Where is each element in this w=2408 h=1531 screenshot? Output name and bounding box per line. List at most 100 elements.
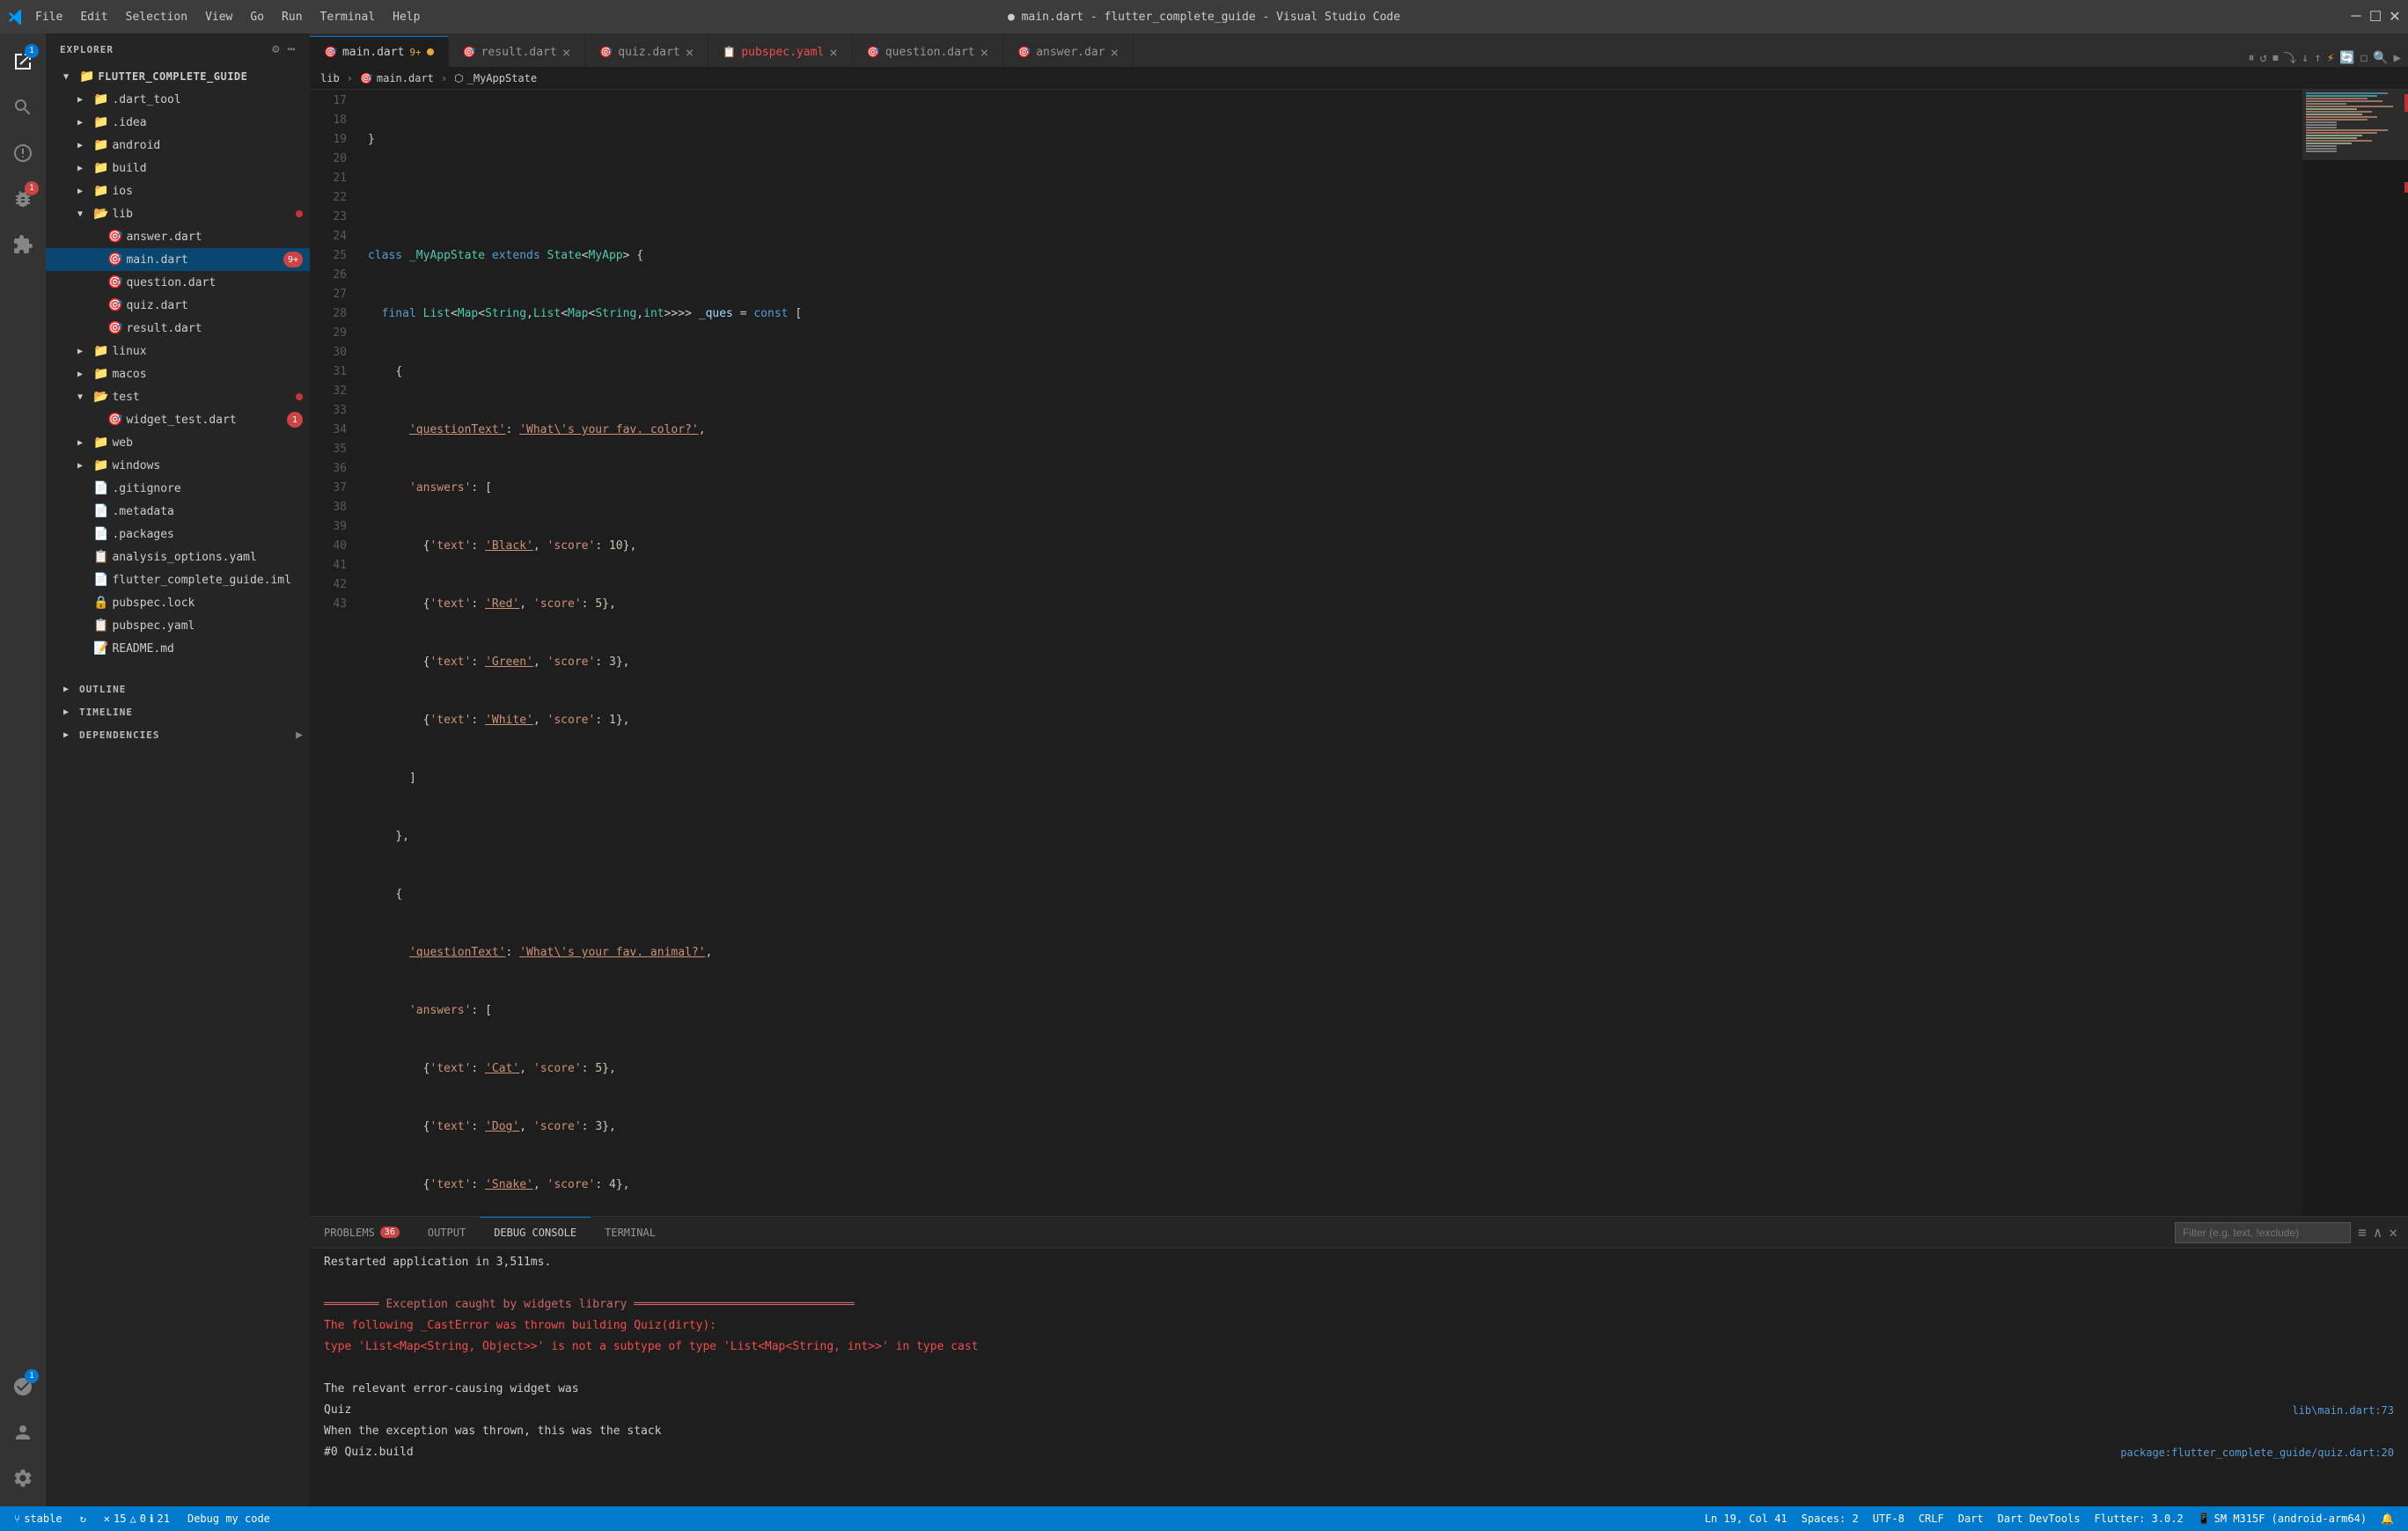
tree-linux[interactable]: ▶ 📁 linux (46, 340, 310, 363)
tab-close[interactable]: × (686, 44, 694, 61)
tree-main-dart[interactable]: ▶ 🎯 main.dart 9+ (46, 248, 310, 271)
status-notifications[interactable]: 🔔 (2374, 1513, 2401, 1525)
menu-edit[interactable]: Edit (80, 11, 107, 24)
menu-bar[interactable]: File Edit Selection View Go Run Terminal… (35, 11, 420, 24)
tree-quiz-dart[interactable]: ▶ 🎯 quiz.dart (46, 294, 310, 317)
tree-test[interactable]: ▼ 📂 test (46, 385, 310, 408)
stop-icon[interactable]: ⏹ (2272, 51, 2279, 65)
file-ref-quiz-build[interactable]: package:flutter_complete_guide/quiz.dart… (2120, 1444, 2394, 1461)
status-dart-devtools[interactable]: Dart DevTools (1991, 1513, 2088, 1525)
close-button[interactable]: ✕ (2389, 11, 2401, 23)
status-spaces[interactable]: Spaces: 2 (1795, 1513, 1866, 1525)
activity-debug[interactable]: 1 (2, 178, 44, 220)
panel-tab-terminal[interactable]: TERMINAL (591, 1217, 670, 1249)
menu-selection[interactable]: Selection (126, 11, 187, 24)
tree-lib[interactable]: ▼ 📂 lib (46, 202, 310, 225)
activity-search[interactable] (2, 86, 44, 128)
tab-close[interactable]: × (562, 44, 571, 61)
activity-explorer[interactable]: 1 (2, 40, 44, 83)
menu-file[interactable]: File (35, 11, 62, 24)
activity-source-control[interactable] (2, 132, 44, 174)
activity-settings[interactable] (2, 1457, 44, 1499)
step-out-icon[interactable]: ↑ (2314, 51, 2321, 65)
more-icon[interactable]: ⋯ (288, 42, 296, 56)
tab-question-dart[interactable]: 🎯 question.dart × (853, 36, 1003, 67)
menu-view[interactable]: View (205, 11, 232, 24)
tree-macos[interactable]: ▶ 📁 macos (46, 363, 310, 385)
tree-root-flutter[interactable]: ▼ 📁 FLUTTER_COMPLETE_GUIDE (46, 65, 310, 88)
status-errors[interactable]: ✕ 15 △ 0 ℹ 21 (97, 1506, 177, 1531)
tab-result-dart[interactable]: 🎯 result.dart × (449, 36, 586, 67)
tree-windows[interactable]: ▶ 📁 windows (46, 454, 310, 477)
activity-extensions[interactable] (2, 223, 44, 266)
tree-dart-tool[interactable]: ▶ 📁 .dart_tool (46, 88, 310, 111)
breadcrumb-lib[interactable]: lib (320, 72, 340, 84)
tree-packages[interactable]: ▶ 📄 .packages (46, 523, 310, 546)
tab-pubspec-yaml[interactable]: 📋 pubspec.yaml × (708, 36, 853, 67)
tab-close[interactable]: × (1110, 44, 1119, 61)
step-over-icon[interactable]: ⤵ (2284, 49, 2296, 67)
tree-timeline[interactable]: ▶ TIMELINE (46, 700, 310, 723)
tree-question-dart[interactable]: ▶ 🎯 question.dart (46, 271, 310, 294)
tree-pubspec-lock[interactable]: ▶ 🔒 pubspec.lock (46, 591, 310, 614)
status-branch[interactable]: ⑂ stable (7, 1506, 70, 1531)
tree-web[interactable]: ▶ 📁 web (46, 431, 310, 454)
tree-android[interactable]: ▶ 📁 android (46, 134, 310, 157)
code-content[interactable]: } class _MyAppState extends State<MyApp>… (361, 90, 2302, 1216)
tree-readme[interactable]: ▶ 📝 README.md (46, 637, 310, 660)
panel-tab-debug[interactable]: DEBUG CONSOLE (480, 1217, 591, 1249)
tree-ios[interactable]: ▶ 📁 ios (46, 179, 310, 202)
restart-icon[interactable]: ↺ (2260, 51, 2267, 65)
status-debug-mode[interactable]: Debug my code (180, 1506, 277, 1531)
layout-icon[interactable]: ◻ (2360, 51, 2368, 65)
tree-idea[interactable]: ▶ 📁 .idea (46, 111, 310, 134)
menu-terminal[interactable]: Terminal (320, 11, 376, 24)
tree-result-dart[interactable]: ▶ 🎯 result.dart (46, 317, 310, 340)
status-position[interactable]: Ln 19, Col 41 (1698, 1513, 1795, 1525)
tree-iml[interactable]: ▶ 📄 flutter_complete_guide.iml (46, 568, 310, 591)
hot-restart-icon[interactable]: 🔄 (2339, 51, 2354, 65)
filter-input[interactable] (2175, 1222, 2351, 1243)
more-icon[interactable]: ▶ (2394, 51, 2401, 65)
activity-remote[interactable]: 1 (2, 1366, 44, 1408)
tab-close[interactable]: × (829, 44, 838, 61)
menu-help[interactable]: Help (393, 11, 420, 24)
panel-chevron-up[interactable]: ∧ (2374, 1224, 2382, 1241)
status-flutter-version[interactable]: Flutter: 3.0.2 (2088, 1513, 2191, 1525)
pause-icon[interactable]: ⏸ (2249, 51, 2255, 65)
file-ref-quiz[interactable]: lib\main.dart:73 (2292, 1402, 2394, 1419)
maximize-button[interactable]: ☐ (2369, 11, 2382, 23)
tab-quiz-dart[interactable]: 🎯 quiz.dart × (585, 36, 708, 67)
hot-reload-icon[interactable]: ⚡ (2327, 51, 2334, 65)
tree-dependencies[interactable]: ▶ DEPENDENCIES ▶ (46, 723, 310, 746)
step-into-icon[interactable]: ↓ (2302, 51, 2309, 65)
tab-close[interactable]: × (980, 44, 989, 61)
tree-outline[interactable]: ▶ OUTLINE (46, 678, 310, 700)
tab-answer-dart[interactable]: 🎯 answer.dar × (1003, 36, 1134, 67)
menu-go[interactable]: Go (250, 11, 264, 24)
panel-list-icon[interactable]: ≡ (2358, 1224, 2367, 1241)
inspect-icon[interactable]: 🔍 (2373, 51, 2388, 65)
panel-tab-output[interactable]: OUTPUT (414, 1217, 480, 1249)
status-sync[interactable]: ↻ (73, 1506, 93, 1531)
status-device[interactable]: 📱 SM M315F (android-arm64) (2191, 1513, 2374, 1525)
minimize-button[interactable]: ─ (2350, 11, 2362, 23)
menu-run[interactable]: Run (282, 11, 302, 24)
tree-gitignore[interactable]: ▶ 📄 .gitignore (46, 477, 310, 500)
tree-metadata[interactable]: ▶ 📄 .metadata (46, 500, 310, 523)
tree-widget-test[interactable]: ▶ 🎯 widget_test.dart 1 (46, 408, 310, 431)
tree-build[interactable]: ▶ 📁 build (46, 157, 310, 179)
tab-main-dart[interactable]: 🎯 main.dart 9+ (310, 36, 449, 67)
tree-pubspec-yaml[interactable]: ▶ 📋 pubspec.yaml (46, 614, 310, 637)
panel-close-icon[interactable]: ✕ (2389, 1224, 2397, 1241)
status-language[interactable]: Dart (1951, 1513, 1991, 1525)
activity-account[interactable] (2, 1411, 44, 1454)
new-file-icon[interactable]: ⚙ (272, 42, 280, 56)
panel-tab-problems[interactable]: PROBLEMS 36 (310, 1217, 414, 1249)
status-eol[interactable]: CRLF (1912, 1513, 1951, 1525)
status-encoding[interactable]: UTF-8 (1866, 1513, 1912, 1525)
breadcrumb-symbol[interactable]: _MyAppState (467, 72, 537, 84)
breadcrumb-file[interactable]: main.dart (377, 72, 434, 84)
tree-answer-dart[interactable]: ▶ 🎯 answer.dart (46, 225, 310, 248)
tree-analysis-options[interactable]: ▶ 📋 analysis_options.yaml (46, 546, 310, 568)
